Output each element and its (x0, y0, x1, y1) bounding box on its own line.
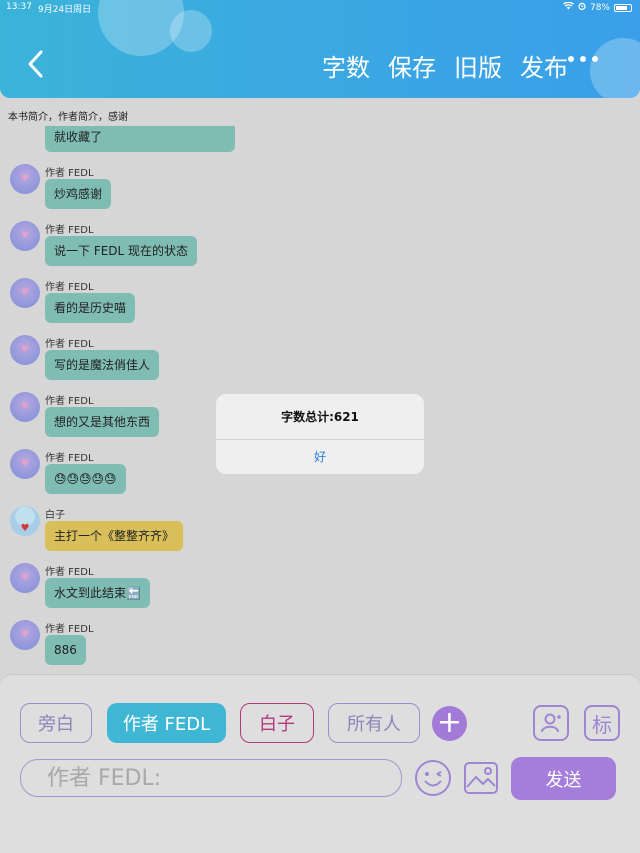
dialog-ok-button[interactable]: 好 (216, 440, 424, 474)
message-bubble[interactable]: 主打一个《整整齐齐》 (45, 521, 184, 551)
message-bubble[interactable]: 说一下 FEDL 现在的状态 (45, 236, 198, 266)
role-author-button[interactable]: 作者 FEDL (107, 703, 226, 743)
speaker-name: 作者 FEDL (45, 282, 94, 293)
speaker-name: 作者 FEDL (45, 225, 94, 236)
heart-icon: ♥ (20, 345, 30, 355)
heart-icon: ♥ (20, 288, 30, 298)
tag-button[interactable]: 标 (584, 705, 620, 741)
header-actions: 字数 保存 旧版 发布 (322, 48, 568, 83)
status-time: 13:37 (6, 2, 32, 12)
old-version-button[interactable]: 旧版 (454, 48, 502, 83)
avatar[interactable]: ♥ (10, 164, 40, 194)
breadcrumb: 本书简介，作者简介，感谢 (8, 112, 128, 123)
speaker-name: 作者 FEDL (45, 168, 94, 179)
message-input[interactable] (20, 759, 402, 797)
role-baizi-button[interactable]: 白子 (240, 703, 314, 743)
message-bubble[interactable]: 就收藏了 (45, 126, 235, 152)
wifi-icon (562, 1, 574, 13)
battery-icon (614, 3, 632, 12)
heart-icon: ♥ (20, 231, 30, 241)
person-icon (541, 713, 561, 733)
role-narrator-button[interactable]: 旁白 (20, 703, 92, 743)
speaker-name: 作者 FEDL (45, 624, 94, 635)
add-role-button[interactable]: + (432, 706, 467, 741)
status-indicators: 78% (562, 1, 632, 13)
send-button[interactable]: 发送 (511, 757, 616, 800)
speaker-name: 作者 FEDL (45, 453, 94, 464)
input-panel: 旁白 作者 FEDL 白子 所有人 + 标 发送 (0, 674, 640, 853)
avatar[interactable]: ♥ (10, 449, 40, 479)
speaker-name: 作者 FEDL (45, 339, 94, 350)
avatar[interactable]: ♥ (10, 563, 40, 593)
decorative-bubble (170, 10, 212, 52)
more-options-button[interactable] (568, 56, 598, 62)
image-icon (464, 762, 498, 794)
decorative-bubble (590, 38, 640, 98)
avatar[interactable]: ♥ (10, 221, 40, 251)
message-bubble[interactable]: 水文到此结束🔚 (45, 578, 150, 608)
avatar[interactable]: ♥ (10, 278, 40, 308)
role-all-button[interactable]: 所有人 (328, 703, 420, 743)
chevron-left-icon (28, 50, 43, 78)
avatar[interactable]: ♥ (10, 392, 40, 422)
message-bubble[interactable]: 想的又是其他东西 (45, 407, 160, 437)
more-dot (568, 56, 574, 62)
word-count-button[interactable]: 字数 (322, 48, 370, 83)
heart-icon: ♥ (20, 522, 30, 534)
heart-icon: ♥ (20, 573, 30, 583)
message-bubble[interactable]: 886 (45, 635, 86, 665)
more-dot (580, 56, 586, 62)
heart-icon: ♥ (20, 402, 30, 412)
heart-icon: ♥ (20, 630, 30, 640)
heart-icon: ♥ (20, 174, 30, 184)
speaker-name: 白子 (45, 510, 65, 521)
message-bubble[interactable]: 看的是历史喵 (45, 293, 136, 323)
more-dot (592, 56, 598, 62)
insert-image-button[interactable] (463, 761, 499, 795)
alarm-icon (578, 2, 586, 13)
emoji-button[interactable] (414, 759, 452, 797)
character-manager-button[interactable] (533, 705, 569, 741)
avatar[interactable]: ♥ (10, 335, 40, 365)
status-date: 9月24日周日 (38, 5, 92, 15)
status-bar: 13:37 9月24日周日 78% (0, 0, 640, 16)
message-bubble[interactable]: 写的是魔法俏佳人 (45, 350, 160, 380)
battery-percent: 78% (589, 2, 610, 13)
message-bubble[interactable]: 炒鸡感谢 (45, 179, 112, 209)
message-bubble[interactable]: 😓😓😓😓😓 (45, 464, 126, 494)
word-count-dialog: 字数总计:621 好 (216, 394, 424, 474)
dialog-message: 字数总计:621 (216, 394, 424, 440)
avatar[interactable]: ♥ (10, 506, 40, 536)
smiley-icon (415, 760, 451, 796)
avatar[interactable]: ♥ (10, 620, 40, 650)
back-button[interactable] (24, 48, 48, 80)
speaker-name: 作者 FEDL (45, 567, 94, 578)
publish-button[interactable]: 发布 (520, 48, 568, 83)
heart-icon: ♥ (20, 459, 30, 469)
save-button[interactable]: 保存 (388, 48, 436, 83)
speaker-name: 作者 FEDL (45, 396, 94, 407)
